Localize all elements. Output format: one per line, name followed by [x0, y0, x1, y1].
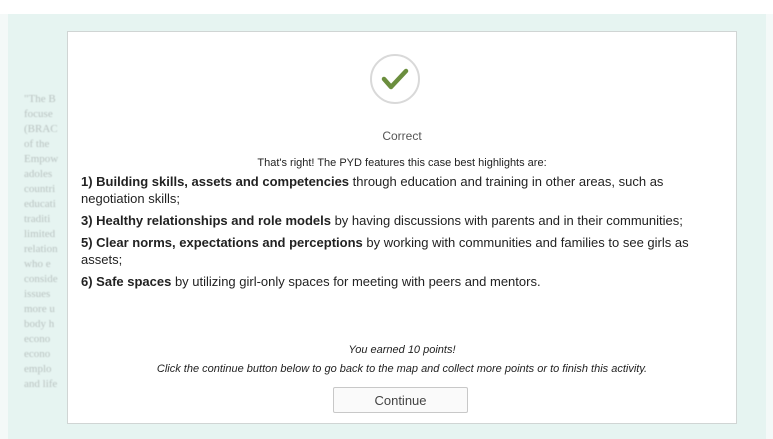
top-band: [0, 0, 773, 14]
result-title: Correct: [382, 129, 422, 143]
feature-description: by having discussions with parents and i…: [330, 213, 683, 228]
feature-item: 6) Safe spaces by utilizing girl-only sp…: [81, 273, 721, 290]
success-badge: [370, 54, 420, 104]
feature-item: 1) Building skills, assets and competenc…: [81, 173, 721, 207]
feature-description: by utilizing girl-only spaces for meetin…: [171, 274, 541, 289]
points-message: You earned 10 points!: [348, 344, 456, 356]
feature-title: 6) Safe spaces: [81, 274, 172, 289]
checkmark-icon: [381, 68, 409, 90]
feature-item: 3) Healthy relationships and role models…: [81, 212, 721, 229]
feature-title: 1) Building skills, assets and competenc…: [81, 174, 350, 189]
feature-item: 5) Clear norms, expectations and percept…: [81, 234, 721, 268]
instruction-text: Click the continue button below to go ba…: [156, 363, 648, 375]
continue-button[interactable]: Continue: [333, 387, 468, 413]
feature-title: 3) Healthy relationships and role models: [81, 213, 331, 228]
feedback-dialog: Correct That's right! The PYD features t…: [67, 31, 737, 424]
feature-list: 1) Building skills, assets and competenc…: [81, 173, 721, 295]
feature-title: 5) Clear norms, expectations and percept…: [81, 235, 363, 250]
intro-text: That's right! The PYD features this case…: [257, 157, 547, 169]
